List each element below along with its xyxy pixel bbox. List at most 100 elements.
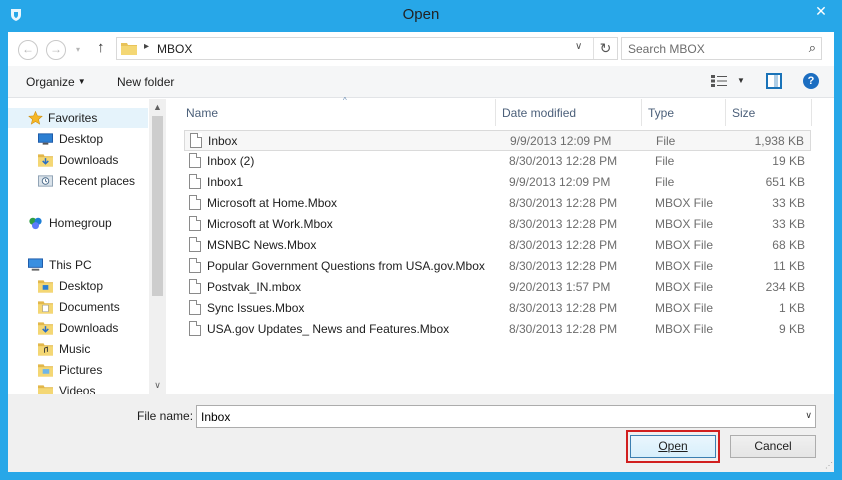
- file-name-label: File name:: [137, 409, 194, 423]
- this-pc-icon: [28, 258, 43, 271]
- sidebar-item-videos[interactable]: Videos: [8, 381, 148, 394]
- preview-pane-icon[interactable]: [766, 73, 782, 89]
- address-bar[interactable]: ▸ MBOX ∨ ↻: [116, 37, 618, 60]
- sidebar-item-desktop[interactable]: Desktop: [8, 129, 148, 149]
- file-date: 8/30/2013 12:28 PM: [509, 301, 618, 315]
- file-icon: [189, 279, 201, 294]
- file-row[interactable]: Popular Government Questions from USA.go…: [184, 256, 811, 277]
- file-name: Microsoft at Work.Mbox: [207, 217, 333, 231]
- up-button[interactable]: ↑: [97, 39, 105, 56]
- sidebar-item-label: Downloads: [59, 321, 119, 335]
- refresh-button[interactable]: ↻: [593, 38, 617, 59]
- folder-icon: [121, 43, 137, 55]
- chevron-down-icon[interactable]: ∨: [805, 410, 812, 421]
- folder-icon: [38, 301, 53, 314]
- column-divider[interactable]: [811, 99, 812, 126]
- search-icon[interactable]: ⌕: [809, 40, 816, 56]
- file-row[interactable]: Inbox 9/9/2013 12:09 PM File 1,938 KB: [184, 130, 811, 151]
- organize-menu[interactable]: Organize ▼: [26, 75, 86, 89]
- dialog-window: Open ✕ ← → ▾ ↑ ▸ MBOX ∨ ↻ ⌕: [0, 0, 842, 480]
- folder-icon: [38, 385, 53, 394]
- file-name: MSNBC News.Mbox: [207, 238, 317, 252]
- back-button[interactable]: ←: [18, 40, 38, 60]
- sidebar-item-pc-desktop[interactable]: Desktop: [8, 276, 148, 296]
- file-name: Postvak_IN.mbox: [207, 280, 302, 294]
- sidebar-item-homegroup[interactable]: Homegroup: [8, 213, 148, 233]
- file-size: 234 KB: [765, 280, 805, 294]
- sidebar-item-favorites[interactable]: Favorites: [8, 108, 148, 128]
- sort-ascending-icon: ^: [343, 96, 347, 105]
- sidebar-item-documents[interactable]: Documents: [8, 297, 148, 317]
- sidebar-item-music[interactable]: Music: [8, 339, 148, 359]
- file-type: MBOX File: [655, 280, 714, 294]
- file-row[interactable]: USA.gov Updates_ News and Features.Mbox …: [184, 319, 811, 340]
- file-date: 9/9/2013 12:09 PM: [510, 134, 612, 148]
- file-type: MBOX File: [655, 217, 714, 231]
- forward-button[interactable]: →: [46, 40, 66, 60]
- downloads-folder-icon: [38, 154, 53, 167]
- search-input[interactable]: [628, 41, 798, 56]
- file-row[interactable]: Sync Issues.Mbox 8/30/2013 12:28 PM MBOX…: [184, 298, 811, 319]
- sidebar-item-label: Favorites: [48, 111, 98, 125]
- file-size: 1,938 KB: [754, 134, 804, 148]
- close-button[interactable]: ✕: [808, 1, 834, 21]
- file-icon: [189, 174, 201, 189]
- file-row[interactable]: Inbox1 9/9/2013 12:09 PM File 651 KB: [184, 172, 811, 193]
- file-icon: [189, 237, 201, 252]
- sidebar-item-recent-places[interactable]: Recent places: [8, 171, 148, 191]
- file-name: Inbox (2): [207, 154, 255, 168]
- sidebar-item-label: Desktop: [59, 132, 104, 146]
- scroll-up-arrow[interactable]: ▲: [149, 99, 166, 116]
- help-icon[interactable]: ?: [803, 73, 819, 89]
- file-row[interactable]: Microsoft at Work.Mbox 8/30/2013 12:28 P…: [184, 214, 811, 235]
- file-size: 33 KB: [772, 217, 805, 231]
- folder-icon: [38, 322, 53, 335]
- file-row[interactable]: Postvak_IN.mbox 9/20/2013 1:57 PM MBOX F…: [184, 277, 811, 298]
- file-type: MBOX File: [655, 196, 714, 210]
- file-size: 19 KB: [772, 154, 805, 168]
- file-name: Sync Issues.Mbox: [207, 301, 305, 315]
- scroll-down-arrow[interactable]: ∨: [149, 377, 166, 394]
- column-header-date[interactable]: Date modified: [496, 99, 642, 126]
- file-name-input[interactable]: [201, 409, 781, 424]
- resize-grip-icon[interactable]: ⋰: [825, 461, 833, 470]
- search-box[interactable]: ⌕: [621, 37, 822, 60]
- view-options-icon[interactable]: [711, 75, 727, 87]
- file-date: 8/30/2013 12:28 PM: [509, 322, 618, 336]
- sidebar-item-label: Music: [59, 342, 91, 356]
- file-name-combobox[interactable]: ∨: [196, 405, 816, 428]
- column-header-name[interactable]: ^ Name: [180, 96, 496, 126]
- file-size: 11 KB: [773, 259, 805, 273]
- cancel-button[interactable]: Cancel: [730, 435, 816, 458]
- file-row[interactable]: Microsoft at Home.Mbox 8/30/2013 12:28 P…: [184, 193, 811, 214]
- file-name: Popular Government Questions from USA.go…: [207, 259, 485, 273]
- file-list: ^ Name Date modified Type Size Inbox 9/9…: [174, 96, 834, 394]
- navigation-pane-scrollbar[interactable]: ▲ ∨: [149, 99, 166, 394]
- sidebar-item-downloads[interactable]: Downloads: [8, 150, 148, 170]
- sidebar-item-pc-downloads[interactable]: Downloads: [8, 318, 148, 338]
- new-folder-button[interactable]: New folder: [117, 75, 174, 89]
- breadcrumb-mbox[interactable]: MBOX: [157, 42, 192, 56]
- folder-icon: [38, 343, 53, 356]
- breadcrumb-separator[interactable]: ▸: [144, 41, 149, 52]
- recent-locations-dropdown[interactable]: ▾: [72, 41, 84, 61]
- file-icon: [190, 133, 202, 148]
- homegroup-icon: [29, 217, 42, 230]
- command-bar: Organize ▼ New folder ▼ ?: [8, 66, 834, 98]
- file-date: 8/30/2013 12:28 PM: [509, 238, 618, 252]
- view-options-dropdown[interactable]: ▼: [737, 76, 745, 85]
- sidebar-item-label: This PC: [49, 258, 92, 272]
- column-header-type[interactable]: Type: [642, 99, 726, 126]
- open-button-label: Open: [658, 439, 688, 453]
- file-icon: [189, 321, 201, 336]
- file-row[interactable]: Inbox (2) 8/30/2013 12:28 PM File 19 KB: [184, 151, 811, 172]
- column-header-size[interactable]: Size: [726, 99, 812, 126]
- sidebar-item-this-pc[interactable]: This PC: [8, 255, 148, 275]
- file-row[interactable]: MSNBC News.Mbox 8/30/2013 12:28 PM MBOX …: [184, 235, 811, 256]
- file-icon: [189, 258, 201, 273]
- address-history-dropdown[interactable]: ∨: [575, 41, 582, 52]
- scroll-thumb[interactable]: [152, 116, 163, 296]
- open-button[interactable]: Open: [630, 435, 716, 458]
- file-icon: [189, 195, 201, 210]
- sidebar-item-pictures[interactable]: Pictures: [8, 360, 148, 380]
